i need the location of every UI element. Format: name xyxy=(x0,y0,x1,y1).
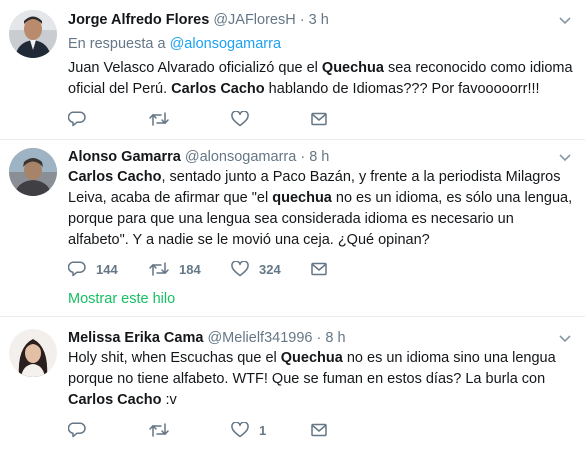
reply-icon xyxy=(68,111,86,127)
timestamp[interactable]: 8 h xyxy=(325,330,345,346)
tweet-actions: 144 184 324 xyxy=(68,258,368,280)
timestamp[interactable]: 8 h xyxy=(309,149,329,165)
retweet-icon xyxy=(149,423,169,437)
retweet-icon xyxy=(149,262,169,276)
tweet-header: Jorge Alfredo Flores @JAFloresH · 3 h xyxy=(68,12,329,28)
user-handle[interactable]: @JAFloresH xyxy=(213,12,295,28)
like-count: 324 xyxy=(259,261,281,277)
hashtag-keyword: Carlos Cacho xyxy=(68,169,162,185)
reply-button[interactable] xyxy=(68,108,96,130)
show-thread-link[interactable]: Mostrar este hilo xyxy=(68,291,175,307)
retweet-button[interactable]: 184 xyxy=(149,258,201,280)
reply-count: 144 xyxy=(96,261,118,277)
tweet-actions xyxy=(68,108,368,130)
reply-icon xyxy=(68,422,86,438)
separator-dot: · xyxy=(300,149,306,165)
tweet-jorge[interactable]: Jorge Alfredo Flores @JAFloresH · 3 h En… xyxy=(0,0,585,140)
chevron-down-icon[interactable] xyxy=(559,17,571,25)
reply-icon xyxy=(68,261,86,277)
like-count: 1 xyxy=(259,422,267,438)
hashtag-keyword: quechua xyxy=(272,190,332,206)
hashtag-keyword: Carlos Cacho xyxy=(68,392,162,408)
text-part: :v xyxy=(161,392,177,408)
retweet-button[interactable] xyxy=(149,419,179,441)
envelope-icon xyxy=(311,423,327,437)
tweet-melissa[interactable]: Melissa Erika Cama @Melielf341996 · 8 h … xyxy=(0,317,585,455)
display-name[interactable]: Melissa Erika Cama xyxy=(68,330,203,346)
reply-prefix: En respuesta a xyxy=(68,36,166,52)
tweet-header: Alonso Gamarra @alonsogamarra · 8 h xyxy=(68,149,329,165)
envelope-icon xyxy=(311,112,327,126)
hashtag-keyword: Quechua xyxy=(321,60,384,76)
heart-icon xyxy=(231,422,249,438)
reply-to-link[interactable]: @alonsogamarra xyxy=(170,36,281,52)
text-part: hablando de Idiomas??? Por favooooorr!!! xyxy=(264,81,540,97)
reply-button[interactable]: 144 xyxy=(68,258,118,280)
tweet-header: Melissa Erika Cama @Melielf341996 · 8 h xyxy=(68,330,346,346)
separator-dot: · xyxy=(299,12,305,28)
reply-context: En respuesta a @alonsogamarra xyxy=(68,36,281,52)
separator-dot: · xyxy=(316,330,322,346)
hashtag-keyword: Quechua xyxy=(280,350,343,366)
text-part: Holy shit, when Escuchas que el xyxy=(68,350,281,366)
like-button[interactable] xyxy=(231,108,259,130)
direct-message-button[interactable] xyxy=(311,419,327,441)
avatar[interactable] xyxy=(9,10,57,58)
tweet-alonso[interactable]: Alonso Gamarra @alonsogamarra · 8 h Carl… xyxy=(0,140,585,317)
tweet-text: Holy shit, when Escuchas que el Quechua … xyxy=(68,348,573,411)
envelope-icon xyxy=(311,262,327,276)
display-name[interactable]: Alonso Gamarra xyxy=(68,149,181,165)
user-handle[interactable]: @Melielf341996 xyxy=(207,330,312,346)
like-button[interactable]: 1 xyxy=(231,419,266,441)
avatar[interactable] xyxy=(9,148,57,196)
tweet-text: Carlos Cacho, sentado junto a Paco Bazán… xyxy=(68,167,573,251)
heart-icon xyxy=(231,261,249,277)
chevron-down-icon[interactable] xyxy=(559,154,571,162)
avatar[interactable] xyxy=(9,329,57,377)
retweet-icon xyxy=(149,112,169,126)
user-handle[interactable]: @alonsogamarra xyxy=(185,149,296,165)
text-part: Juan Velasco Alvarado oficializó que el xyxy=(68,60,322,76)
heart-icon xyxy=(231,111,249,127)
timestamp[interactable]: 3 h xyxy=(309,12,329,28)
retweet-button[interactable] xyxy=(149,108,179,130)
reply-button[interactable] xyxy=(68,419,96,441)
tweet-text: Juan Velasco Alvarado oficializó que el … xyxy=(68,58,573,100)
hashtag-keyword: Carlos Cacho xyxy=(171,81,265,97)
like-button[interactable]: 324 xyxy=(231,258,281,280)
tweet-actions: 1 xyxy=(68,419,368,441)
display-name[interactable]: Jorge Alfredo Flores xyxy=(68,12,209,28)
direct-message-button[interactable] xyxy=(311,258,327,280)
retweet-count: 184 xyxy=(179,261,201,277)
direct-message-button[interactable] xyxy=(311,108,327,130)
chevron-down-icon[interactable] xyxy=(559,335,571,343)
